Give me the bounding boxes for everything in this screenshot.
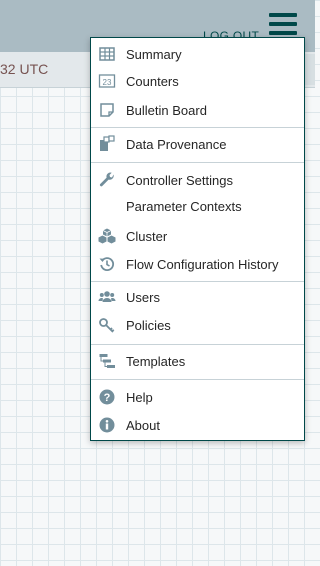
menu-item-label: Flow Configuration History	[126, 257, 279, 272]
users-icon	[98, 291, 116, 302]
sticky-note-icon	[100, 103, 114, 117]
menu-divider	[91, 281, 304, 282]
menu-item-label: About	[126, 418, 160, 433]
menu-item-templates[interactable]: Templates	[91, 349, 304, 375]
menu-item-label: Bulletin Board	[126, 103, 207, 118]
menu-item-label: Templates	[126, 354, 186, 369]
menu-item-label: Summary	[126, 47, 182, 62]
menu-item-label: Policies	[126, 318, 171, 333]
menu-item-about[interactable]: About	[91, 413, 304, 439]
menu-item-cluster[interactable]: Cluster	[91, 224, 304, 250]
menu-item-label: Controller Settings	[126, 173, 233, 188]
question-circle-icon: ?	[99, 389, 115, 405]
info-circle-icon	[99, 417, 115, 433]
menu-item-label: Parameter Contexts	[126, 199, 242, 214]
svg-text:23: 23	[103, 78, 112, 87]
menu-divider	[91, 379, 304, 380]
history-icon	[99, 257, 115, 271]
menu-item-label: Users	[126, 290, 160, 305]
menu-item-policies[interactable]: Policies	[91, 313, 304, 339]
menu-item-controller-settings[interactable]: Controller Settings	[91, 168, 304, 194]
global-menu-dropdown: Summary 23 Counters Bulletin Board Data …	[90, 37, 305, 441]
counter-icon: 23	[98, 74, 116, 88]
menu-item-help[interactable]: ? Help	[91, 385, 304, 411]
last-refreshed-time: 32 UTC	[0, 61, 49, 77]
menu-divider	[91, 162, 304, 163]
menu-divider	[91, 344, 304, 345]
menu-item-bulletin-board[interactable]: Bulletin Board	[91, 98, 304, 124]
menu-item-label: Cluster	[126, 229, 168, 244]
menu-item-label: Data Provenance	[126, 137, 227, 152]
cubes-icon	[98, 228, 116, 244]
table-icon	[99, 47, 115, 61]
wrench-icon	[99, 172, 114, 187]
templates-icon	[99, 354, 115, 368]
menu-item-flow-configuration-history[interactable]: Flow Configuration History	[91, 252, 304, 278]
menu-item-counters[interactable]: 23 Counters	[91, 69, 304, 95]
hamburger-menu-icon[interactable]	[269, 13, 297, 35]
menu-item-summary[interactable]: Summary	[91, 42, 304, 68]
menu-item-parameter-contexts[interactable]: Parameter Contexts	[91, 194, 304, 220]
menu-item-label: Counters	[126, 74, 179, 89]
menu-item-users[interactable]: Users	[91, 285, 304, 311]
menu-divider	[91, 127, 304, 128]
menu-item-data-provenance[interactable]: Data Provenance	[91, 132, 304, 158]
key-icon	[99, 318, 115, 333]
svg-text:?: ?	[104, 392, 111, 404]
provenance-icon	[100, 135, 115, 151]
menu-item-label: Help	[126, 390, 153, 405]
